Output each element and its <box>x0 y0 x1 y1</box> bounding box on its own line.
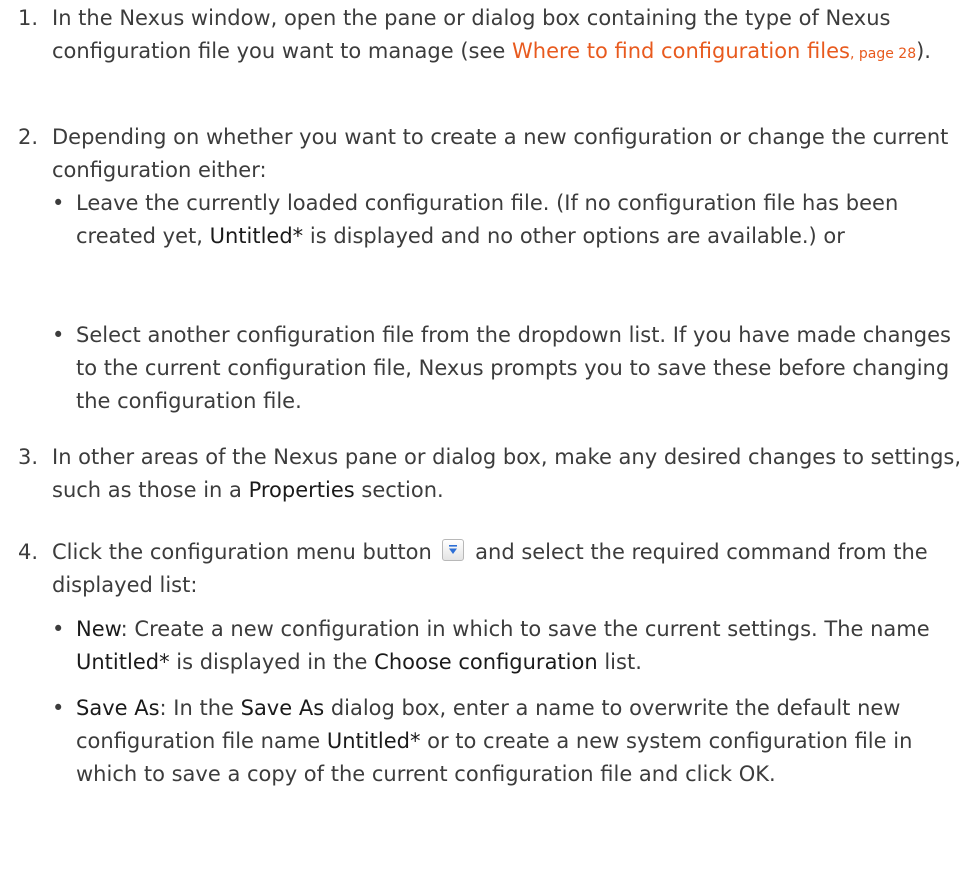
step-1: 1. In the Nexus window, open the pane or… <box>18 2 970 71</box>
step-3: 3. In other areas of the Nexus pane or d… <box>18 441 970 507</box>
step-4: 4. Click the configuration menu button a… <box>18 536 970 602</box>
link-text[interactable]: Where to find configuration files <box>512 39 850 63</box>
step-text-part: ). <box>916 39 931 63</box>
step-number: 4. <box>18 540 39 564</box>
bullet-text: New: Create a new configuration in which… <box>76 613 970 679</box>
bullet-marker: • <box>52 696 65 720</box>
command-name: New <box>76 617 121 641</box>
step-2-bullet-1: • Leave the currently loaded configurati… <box>52 187 970 253</box>
step-number: 1. <box>18 6 39 30</box>
ui-term: Save As <box>240 696 325 720</box>
step-text-part: Click the configuration menu button <box>52 540 432 564</box>
bullet-text: Leave the currently loaded configuration… <box>76 187 970 253</box>
step-2: 2. Depending on whether you want to crea… <box>18 121 970 187</box>
ui-term: Untitled* <box>76 650 170 674</box>
command-name: Save As <box>76 696 160 720</box>
bullet-text: Select another configuration file from t… <box>76 323 951 413</box>
bullet-text-part: is displayed and no other options are av… <box>303 224 845 248</box>
step-4-bullet-new: • New: Create a new configuration in whi… <box>52 613 970 679</box>
bullet-marker: • <box>52 323 65 347</box>
step-text: In other areas of the Nexus pane or dial… <box>52 441 970 507</box>
step-4-bullet-save-as: • Save As: In the Save As dialog box, en… <box>52 692 970 791</box>
bullet-text-part: is displayed in the <box>169 650 375 674</box>
ui-term: Choose configuration <box>374 650 598 674</box>
step-text: In the Nexus window, open the pane or di… <box>52 2 970 71</box>
bullet-marker: • <box>52 191 65 215</box>
ui-term: Properties <box>248 478 355 502</box>
bullet-text: Save As: In the Save As dialog box, ente… <box>76 692 970 791</box>
step-number: 3. <box>18 445 39 469</box>
ui-term: Untitled* <box>326 729 421 753</box>
cross-reference-link[interactable]: Where to find configuration files, page … <box>512 39 916 63</box>
dropdown-arrow-icon <box>449 545 458 554</box>
step-number: 2. <box>18 125 39 149</box>
ui-term: Untitled* <box>209 224 304 248</box>
step-text-part: In other areas of the Nexus pane or dial… <box>52 445 962 502</box>
link-page-ref[interactable]: , page 28 <box>850 46 916 62</box>
step-2-bullet-2: • Select another configuration file from… <box>52 319 970 418</box>
bullet-text-part: list. <box>597 650 642 674</box>
bullet-text-part: : In the <box>159 696 241 720</box>
step-text: Click the configuration menu button and … <box>52 536 970 602</box>
configuration-menu-button[interactable] <box>442 539 465 561</box>
step-text: Depending on whether you want to create … <box>52 125 949 182</box>
bullet-marker: • <box>52 617 65 641</box>
step-text-part: section. <box>354 478 444 502</box>
bullet-text-part: : Create a new configuration in which to… <box>120 617 930 641</box>
